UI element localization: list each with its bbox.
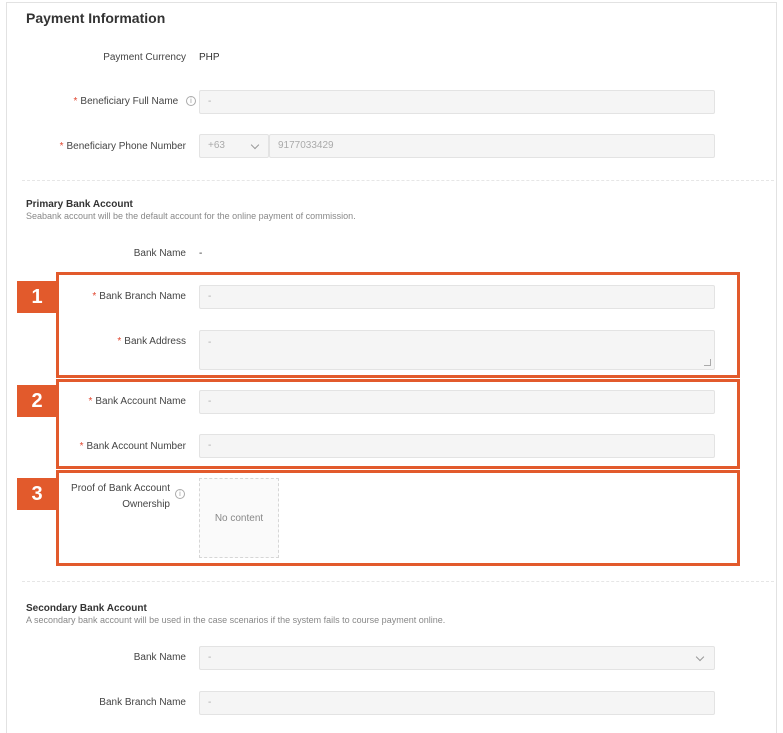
resize-handle-icon[interactable] [704, 359, 711, 366]
full-name-label: * Beneficiary Full Name i [26, 96, 196, 107]
phone-code-select[interactable]: +63 [199, 134, 269, 158]
chevron-down-icon [695, 652, 705, 662]
address-label: * Bank Address [117, 336, 186, 347]
section-divider [22, 180, 774, 181]
secondary-branch-input[interactable]: - [199, 691, 715, 715]
account-name-label: * Bank Account Name [88, 396, 186, 407]
required-marker: * [79, 441, 84, 452]
secondary-bank-name-value: - [208, 652, 212, 663]
required-marker: * [117, 336, 122, 347]
branch-label: * Bank Branch Name [92, 291, 186, 302]
section-divider [22, 581, 774, 582]
proof-upload-area[interactable]: No content [199, 478, 279, 558]
account-number-input[interactable]: - [199, 434, 715, 458]
secondary-section-desc: A secondary bank account will be used in… [26, 615, 446, 625]
full-name-input[interactable]: - [199, 90, 715, 114]
phone-label: * Beneficiary Phone Number [59, 141, 186, 152]
info-icon[interactable]: i [175, 489, 185, 499]
page-title: Payment Information [26, 10, 166, 26]
required-marker: * [59, 141, 64, 152]
secondary-branch-label: Bank Branch Name [99, 697, 186, 708]
address-textarea[interactable]: - [199, 330, 715, 370]
required-marker: * [88, 396, 93, 407]
address-value: - [208, 337, 212, 348]
bank-name-value: - [199, 248, 203, 259]
currency-value: PHP [199, 52, 220, 63]
bank-name-label: Bank Name [133, 248, 186, 259]
primary-section-desc: Seabank account will be the default acco… [26, 211, 356, 221]
primary-section-title: Primary Bank Account [26, 199, 133, 210]
secondary-bank-name-label: Bank Name [133, 652, 186, 663]
phone-code-value: +63 [208, 140, 225, 151]
info-icon[interactable]: i [186, 96, 196, 107]
proof-label: Proof of Bank Account Ownership [71, 483, 170, 510]
phone-number-input[interactable]: 9177033429 [269, 134, 715, 158]
secondary-section-title: Secondary Bank Account [26, 603, 147, 614]
secondary-bank-name-select[interactable]: - [199, 646, 715, 670]
branch-input[interactable]: - [199, 285, 715, 309]
required-marker: * [92, 291, 97, 302]
required-marker: * [73, 96, 78, 107]
account-number-label: * Bank Account Number [79, 441, 186, 452]
currency-label: Payment Currency [103, 52, 186, 63]
chevron-down-icon [250, 140, 260, 150]
account-name-input[interactable]: - [199, 390, 715, 414]
